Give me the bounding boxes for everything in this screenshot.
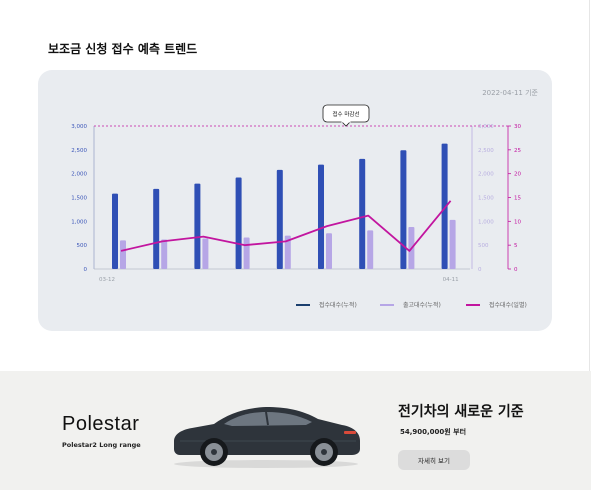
bar-received-cumulative xyxy=(153,188,160,269)
legend-swatch xyxy=(296,303,310,306)
details-button[interactable]: 자세히 보기 xyxy=(398,450,470,470)
legend-label: 접수대수(일별) xyxy=(489,302,527,309)
bar-shipped-cumulative xyxy=(161,239,168,269)
bar-received-cumulative xyxy=(400,150,407,269)
right-axis-1-tick-label: 1,000 xyxy=(478,219,494,225)
legend-swatch xyxy=(466,303,480,306)
left-axis-tick-label: 3,000 xyxy=(71,124,87,130)
bar-shipped-cumulative xyxy=(243,237,250,269)
right-axis-1-tick-label: 500 xyxy=(478,243,489,249)
right-axis-1-tick-label: 3,000 xyxy=(478,124,494,130)
bar-shipped-cumulative xyxy=(367,230,374,269)
ad-price: 54,900,000원 부터 xyxy=(400,428,467,436)
right-axis-2-tick-label: 20 xyxy=(514,172,521,178)
right-axis-2-tick-label: 0 xyxy=(514,267,518,273)
right-axis-1-tick-label: 1,500 xyxy=(478,196,494,202)
right-axis-2-tick-label: 30 xyxy=(514,124,521,130)
deadline-callout-pointer-mask xyxy=(341,120,351,123)
car-model-name: Polestar2 Long range xyxy=(62,441,141,449)
bar-received-cumulative xyxy=(112,193,118,269)
right-axis-1-tick-label: 2,500 xyxy=(478,148,494,154)
legend-item-shipped-cumulative: 출고대수(누적) xyxy=(380,300,441,309)
deadline-callout-pointer xyxy=(341,121,351,127)
brand-logo: Polestar xyxy=(62,413,140,435)
bar-received-cumulative xyxy=(194,183,201,269)
deadline-callout-label: 접수 마감선 xyxy=(332,110,359,118)
ad-headline: 전기차의 새로운 기준 xyxy=(398,404,524,420)
car-image xyxy=(174,407,360,468)
x-axis-tick-label: 03-12 xyxy=(99,277,115,283)
ad-banner[interactable]: Polestar Polestar2 Long range 전기차의 새로운 기… xyxy=(0,371,591,490)
left-axis-tick-label: 1,500 xyxy=(71,196,87,202)
right-axis-1-tick-label: 2,000 xyxy=(478,172,494,178)
left-axis-tick-label: 2,500 xyxy=(71,148,87,154)
x-axis-tick-label: 04-11 xyxy=(443,277,459,283)
legend-label: 출고대수(누적) xyxy=(403,302,441,309)
left-axis-tick-label: 1,000 xyxy=(71,219,87,225)
bar-shipped-cumulative xyxy=(202,238,209,269)
right-axis-2-tick-label: 15 xyxy=(514,196,521,202)
bar-shipped-cumulative xyxy=(326,233,332,269)
legend-label: 접수대수(누적) xyxy=(319,302,357,309)
left-axis-tick-label: 0 xyxy=(84,267,88,273)
legend-item-received-cumulative: 접수대수(누적) xyxy=(296,300,357,309)
right-axis-2-tick-label: 25 xyxy=(514,148,521,154)
bar-received-cumulative xyxy=(359,158,366,269)
right-axis-2-tick-label: 10 xyxy=(514,219,521,225)
bar-shipped-cumulative xyxy=(120,240,126,269)
legend-item-received-daily: 접수대수(일별) xyxy=(466,300,527,309)
right-axis-1-tick-label: 0 xyxy=(478,267,482,273)
bar-received-cumulative xyxy=(235,177,242,269)
legend-swatch xyxy=(380,303,394,306)
page-title: 보조금 신청 접수 예측 트렌드 xyxy=(48,42,198,56)
bar-received-cumulative xyxy=(276,169,283,269)
page-divider xyxy=(589,0,590,371)
chart-card: 2022-04-11 기준 0 0 0 500 500 5 1,000 1,000 10 1,50… xyxy=(38,70,552,331)
bar-shipped-cumulative xyxy=(449,219,456,269)
bar-received-cumulative xyxy=(318,164,324,269)
right-axis-2-tick-label: 5 xyxy=(514,243,518,249)
left-axis-tick-label: 2,000 xyxy=(71,172,87,178)
trend-chart: 0 0 0 500 500 5 1,000 1,000 10 1,500 1,500 15 2,000 2… xyxy=(71,104,521,283)
left-axis-tick-label: 500 xyxy=(77,243,88,249)
